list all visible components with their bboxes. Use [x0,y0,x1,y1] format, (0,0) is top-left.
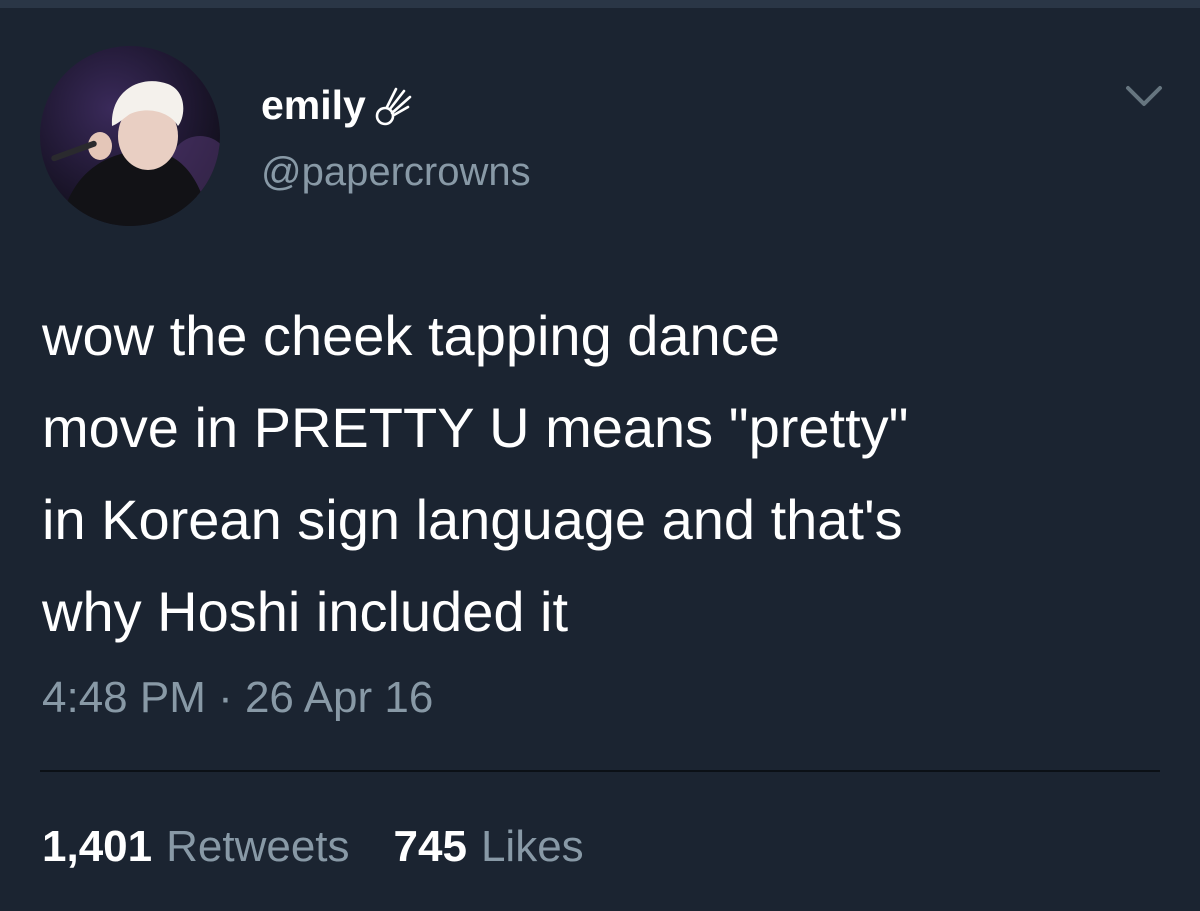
display-name-text: emily [261,82,366,128]
retweets-count: 1,401 [42,822,153,871]
tweet-timestamp[interactable]: 4:48 PM · 26 Apr 16 [42,673,433,723]
tweet-text-line: in Korean sign language and that's [42,488,903,551]
avatar-image [40,46,220,226]
avatar[interactable] [40,46,220,226]
tweet-text: wow the cheek tapping dance move in PRET… [42,290,1172,658]
top-edge-strip [0,0,1200,8]
tweet-text-line: wow the cheek tapping dance [42,304,780,367]
tweet-stats: 1,401 Retweets 745 Likes [42,822,584,872]
divider [40,770,1160,772]
author-handle[interactable]: @papercrowns [261,150,531,195]
tweet-text-line: move in PRETTY U means "pretty" [42,396,909,459]
retweets-stat[interactable]: 1,401 Retweets [42,822,350,872]
likes-stat[interactable]: 745 Likes [394,822,584,872]
chevron-down-icon[interactable] [1124,82,1164,110]
tweet-text-line: why Hoshi included it [42,580,569,643]
likes-label: Likes [480,822,584,871]
author-display-name[interactable]: emily [261,82,414,129]
likes-count: 745 [393,822,467,871]
comet-emoji-icon [374,85,414,127]
retweets-label: Retweets [166,822,350,871]
